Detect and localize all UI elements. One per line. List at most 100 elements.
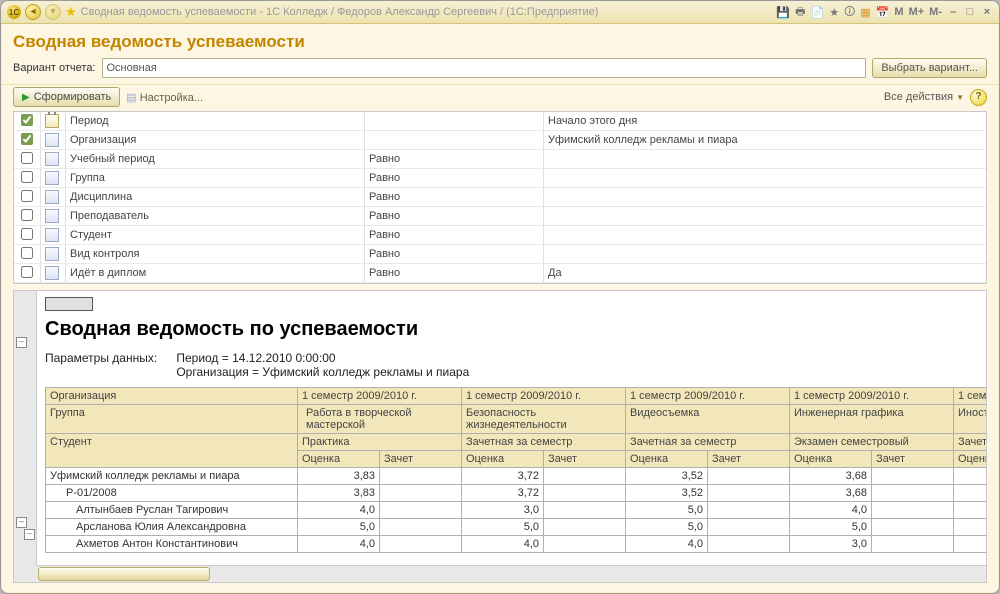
filter-name: Вид контроля <box>66 245 365 264</box>
memory-mplus-button[interactable]: M+ <box>909 6 925 18</box>
close-button[interactable]: × <box>981 6 993 18</box>
table-row[interactable]: Арсланова Юлия Александровна5,05,05,05,0… <box>46 519 987 536</box>
filter-row[interactable]: ДисциплинаРавно <box>14 188 986 207</box>
param-period: Период = 14.12.2010 0:00:00 <box>176 351 335 365</box>
filter-name: Группа <box>66 169 365 188</box>
col-sem: 1 семестр 2009/2010 г. <box>626 388 790 405</box>
col-sem: 1 семестр 2009/2010 г. <box>954 388 987 405</box>
filter-checkbox[interactable] <box>21 228 33 240</box>
report-title: Сводная ведомость по успеваемости <box>45 318 978 341</box>
filter-row[interactable]: Вид контроляРавно <box>14 245 986 264</box>
variant-input[interactable] <box>102 58 867 78</box>
calc-icon[interactable]: ▦ <box>860 6 870 19</box>
document-icon <box>45 228 59 242</box>
cell: 5,0 <box>626 502 708 519</box>
filter-value[interactable]: Да <box>544 264 987 283</box>
table-row[interactable]: Уфимский колледж рекламы и пиара3,833,72… <box>46 468 987 485</box>
favorite2-icon[interactable]: ★ <box>829 6 839 19</box>
print-icon[interactable]: 🖶 <box>795 3 805 22</box>
col-disc: Безопасность жизнедеятельности <box>462 405 626 434</box>
nav-back-icon[interactable]: ◄ <box>25 4 41 20</box>
filter-condition[interactable]: Равно <box>365 150 544 169</box>
settings-button[interactable]: ▤ Настройка... <box>126 91 203 104</box>
filter-condition[interactable] <box>365 131 544 150</box>
filter-row[interactable]: Учебный периодРавно <box>14 150 986 169</box>
filter-value[interactable] <box>544 226 987 245</box>
choose-variant-button[interactable]: Выбрать вариант... <box>872 58 987 78</box>
filter-value[interactable] <box>544 188 987 207</box>
filter-row[interactable]: Идёт в дипломРавноДа <box>14 264 986 283</box>
row-name: Алтынбаев Руслан Тагирович <box>46 502 298 519</box>
maximize-button[interactable]: □ <box>964 6 976 18</box>
row-name: Уфимский колледж рекламы и пиара <box>46 468 298 485</box>
filter-row[interactable]: ГруппаРавно <box>14 169 986 188</box>
col-ctrl: Зачетная за семестр <box>462 434 626 451</box>
play-icon: ▶ <box>22 92 30 103</box>
filter-row[interactable]: ОрганизацияУфимский колледж рекламы и пи… <box>14 131 986 150</box>
filter-condition[interactable]: Равно <box>365 169 544 188</box>
save-icon[interactable]: 💾 <box>776 6 790 19</box>
copy-icon[interactable]: 📄 <box>810 6 824 19</box>
filter-value[interactable] <box>544 245 987 264</box>
filter-condition[interactable]: Равно <box>365 264 544 283</box>
filter-condition[interactable] <box>365 112 544 131</box>
table-row[interactable]: Алтынбаев Руслан Тагирович4,03,05,04,03,… <box>46 502 987 519</box>
favorite-icon[interactable]: ★ <box>65 4 77 20</box>
params-label: Параметры данных: <box>45 351 173 365</box>
filter-name: Студент <box>66 226 365 245</box>
col-group: Группа <box>46 405 298 434</box>
minimize-button[interactable]: – <box>947 6 959 18</box>
nav-fwd-icon[interactable]: ▼ <box>45 4 61 20</box>
filter-condition[interactable]: Равно <box>365 188 544 207</box>
calendar-icon <box>45 114 59 128</box>
table-row[interactable]: Р-01/20083,833,723,523,683,60 <box>46 485 987 502</box>
filter-row[interactable]: ПреподавательРавно <box>14 207 986 226</box>
cell: 4,0 <box>790 502 872 519</box>
filter-checkbox[interactable] <box>21 152 33 164</box>
variant-label: Вариант отчета: <box>13 62 96 74</box>
outline-toggle[interactable]: – <box>16 517 27 528</box>
filter-checkbox[interactable] <box>21 247 33 259</box>
filter-value[interactable]: Уфимский колледж рекламы и пиара <box>544 131 987 150</box>
cell <box>544 468 626 485</box>
filter-row[interactable]: ПериодНачало этого дня <box>14 112 986 131</box>
info-icon[interactable]: 🛈 <box>844 3 855 22</box>
filter-checkbox[interactable] <box>21 209 33 221</box>
col-student: Студент <box>46 434 298 468</box>
all-actions-button[interactable]: Все действия ▼ <box>884 91 964 103</box>
filter-checkbox[interactable] <box>21 133 33 145</box>
memory-mminus-button[interactable]: M- <box>929 6 942 18</box>
filter-value[interactable]: Начало этого дня <box>544 112 987 131</box>
help-icon[interactable]: ? <box>970 89 987 106</box>
filter-value[interactable] <box>544 207 987 226</box>
outline-toggle[interactable]: – <box>24 529 35 540</box>
filter-value[interactable] <box>544 150 987 169</box>
filter-condition[interactable]: Равно <box>365 207 544 226</box>
filter-checkbox[interactable] <box>21 190 33 202</box>
col-zach: Зачет <box>708 451 790 468</box>
scrollbar-horizontal[interactable] <box>36 565 986 582</box>
filter-condition[interactable]: Равно <box>365 226 544 245</box>
filter-value[interactable] <box>544 169 987 188</box>
filter-checkbox[interactable] <box>21 266 33 278</box>
outline-toggle[interactable]: – <box>16 337 27 348</box>
col-ctrl: Экзамен семестровый <box>790 434 954 451</box>
filter-checkbox[interactable] <box>21 171 33 183</box>
filter-condition[interactable]: Равно <box>365 245 544 264</box>
cell: 5,0 <box>298 519 380 536</box>
cell: 3,0 <box>954 502 987 519</box>
filter-checkbox[interactable] <box>21 114 33 126</box>
row-name: Арсланова Юлия Александровна <box>46 519 298 536</box>
col-zach: Зачет <box>380 451 462 468</box>
cell: 3,60 <box>954 468 987 485</box>
generate-button[interactable]: ▶ Сформировать <box>13 87 120 107</box>
document-icon <box>45 190 59 204</box>
memory-m-button[interactable]: M <box>894 6 903 18</box>
calendar-icon[interactable]: 📅 <box>876 6 890 19</box>
table-row[interactable]: Ахметов Антон Константинович4,04,04,03,0… <box>46 536 987 553</box>
scrollbar-thumb[interactable] <box>38 567 210 581</box>
col-disc: Инженерная графика <box>790 405 954 434</box>
filter-name: Дисциплина <box>66 188 365 207</box>
cell: 3,0 <box>462 502 544 519</box>
filter-row[interactable]: СтудентРавно <box>14 226 986 245</box>
